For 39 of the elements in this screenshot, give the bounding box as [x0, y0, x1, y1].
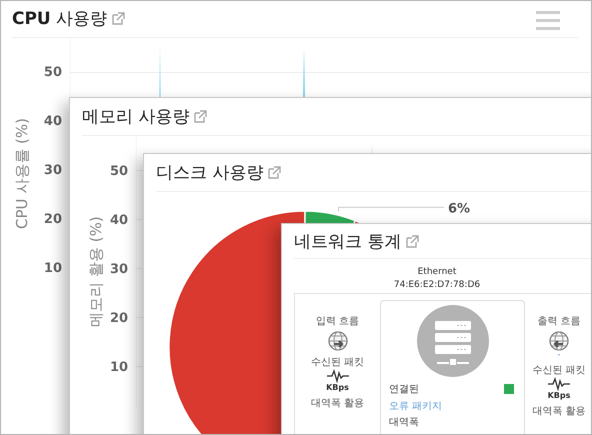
external-link-icon — [194, 110, 208, 123]
axis-title: CPU 사용률 (%) — [12, 118, 32, 228]
axis-title: 메모리 활용 (%) — [86, 216, 106, 326]
pulse-icon — [548, 377, 570, 391]
external-link-icon — [406, 234, 420, 248]
interface-name: Ethernet — [418, 267, 456, 277]
flow-title: 출력 흐름 — [537, 315, 581, 328]
mac-address: 74:E6:E2:D7:78:D6 — [394, 280, 480, 290]
bandwidth-label: 대역폭 활용 — [310, 397, 364, 410]
window-title: 디스크 사용량 — [156, 162, 264, 184]
data-label: 6% — [448, 201, 470, 216]
axis-tick-label: 10 — [110, 359, 128, 377]
axis-tick-label: 50 — [42, 64, 62, 82]
unit-label: KBps — [548, 391, 570, 400]
packets-label: 수신된 패킷 — [310, 356, 364, 369]
window-title: 메모리 사용량 — [82, 106, 190, 128]
axis-tick-label: 30 — [42, 162, 62, 180]
bandwidth-label: 대역폭 — [389, 416, 419, 429]
error-packets-link[interactable]: 오류 패키지 — [389, 399, 442, 413]
axis-tick-label: 20 — [42, 211, 62, 229]
axis-tick-label: 20 — [110, 310, 128, 328]
axis-tick-label: 40 — [42, 113, 62, 131]
external-link-icon — [268, 166, 282, 179]
axis-tick-label: 30 — [110, 261, 128, 279]
flow-value: - — [558, 351, 560, 359]
server-icon — [416, 305, 488, 377]
axis-tick-label: 50 — [110, 163, 128, 181]
axis-tick-label: 10 — [42, 260, 62, 278]
flow-title: 입력 흐름 — [316, 315, 360, 328]
axis-tick-label: 40 — [110, 212, 128, 230]
window-title: 네트워크 통계 — [294, 230, 402, 252]
menu-icon[interactable] — [536, 10, 560, 30]
unit-label: KBps — [326, 383, 349, 392]
packets-label: 수신된 패킷 — [532, 364, 586, 377]
bandwidth-label: 대역폭 활용 — [532, 405, 586, 418]
pulse-icon — [326, 369, 348, 383]
window-title: CPU 사용량 — [12, 8, 108, 30]
status-label: 연결된 — [389, 383, 419, 396]
external-link-icon — [112, 12, 126, 25]
